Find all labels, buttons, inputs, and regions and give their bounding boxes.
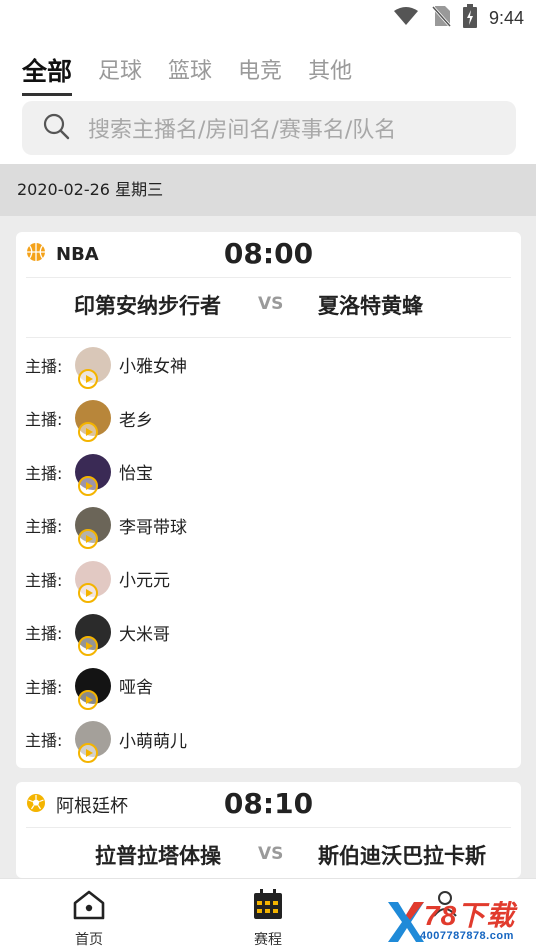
anchor-prefix: 主播: xyxy=(25,463,63,483)
play-icon xyxy=(78,475,98,496)
anchor-name: 小雅女神 xyxy=(119,357,187,378)
match-time: 08:00 xyxy=(223,237,314,270)
search-placeholder: 搜索主播名/房间名/赛事名/队名 xyxy=(88,118,397,143)
nav-schedule-label: 赛程 xyxy=(254,932,282,948)
away-team: 斯伯迪沃巴拉卡斯 xyxy=(318,844,486,868)
anchor-prefix: 主播: xyxy=(25,410,63,430)
play-icon xyxy=(78,422,98,443)
anchor-prefix: 主播: xyxy=(25,356,63,376)
search-input[interactable]: 搜索主播名/房间名/赛事名/队名 xyxy=(22,101,516,155)
nav-home[interactable]: 首页 xyxy=(49,889,129,949)
match-time: 08:10 xyxy=(223,787,314,820)
search-section: 搜索主播名/房间名/赛事名/队名 xyxy=(0,96,536,164)
anchor-list: 主播: 小雅女神 主播: 老乡 主播: 怡宝 主播: 李哥带球 主播: 小元元 … xyxy=(16,338,521,766)
battery-charging-icon xyxy=(462,4,477,32)
anchor-name: 大米哥 xyxy=(119,624,170,645)
anchor-row[interactable]: 主播: 李哥带球 xyxy=(16,499,521,553)
avatar xyxy=(75,400,111,443)
anchor-name: 小元元 xyxy=(119,571,170,592)
watermark-text: 78下载 xyxy=(424,900,516,931)
avatar xyxy=(75,667,111,710)
play-icon xyxy=(78,689,98,710)
wifi-icon xyxy=(393,6,419,30)
home-team: 印第安纳步行者 xyxy=(74,294,221,318)
divider xyxy=(26,277,511,278)
play-icon xyxy=(78,368,98,389)
status-bar: 9:44 xyxy=(0,0,536,48)
tab-football[interactable]: 足球 xyxy=(98,52,142,92)
nav-home-label: 首页 xyxy=(75,932,103,948)
anchor-prefix: 主播: xyxy=(25,624,63,644)
watermark-sub: 4007787878.com xyxy=(420,930,514,942)
anchor-name: 小萌萌儿 xyxy=(119,731,187,752)
play-icon xyxy=(78,636,98,657)
avatar xyxy=(75,507,111,550)
search-icon xyxy=(42,112,70,144)
anchor-name: 哑舍 xyxy=(119,678,153,699)
anchor-row[interactable]: 主播: 小萌萌儿 xyxy=(16,713,521,767)
anchor-row[interactable]: 主播: 小雅女神 xyxy=(16,338,521,392)
anchor-prefix: 主播: xyxy=(25,731,63,751)
away-team: 夏洛特黄蜂 xyxy=(318,294,423,318)
anchor-name: 老乡 xyxy=(119,410,153,431)
anchor-prefix: 主播: xyxy=(25,517,63,537)
match-card[interactable]: NBA 08:00 印第安纳步行者 VS 夏洛特黄蜂 主播: 小雅女神 主播: … xyxy=(16,232,521,768)
home-icon xyxy=(72,889,106,925)
vs-label: VS xyxy=(258,294,284,314)
tab-other[interactable]: 其他 xyxy=(308,52,352,92)
status-time: 9:44 xyxy=(488,7,524,28)
tab-all[interactable]: 全部 xyxy=(22,52,73,96)
anchor-row[interactable]: 主播: 老乡 xyxy=(16,392,521,446)
anchor-prefix: 主播: xyxy=(25,570,63,590)
anchor-row[interactable]: 主播: 小元元 xyxy=(16,552,521,606)
anchor-name: 怡宝 xyxy=(119,464,153,485)
avatar xyxy=(75,721,111,764)
nav-schedule[interactable]: 赛程 xyxy=(228,889,308,949)
watermark-logo: 78下载 4007787878.com xyxy=(384,892,536,952)
match-teams: 拉普拉塔体操 VS 斯伯迪沃巴拉卡斯 xyxy=(16,840,521,880)
divider xyxy=(26,827,511,828)
anchor-row[interactable]: 主播: 哑舍 xyxy=(16,659,521,713)
anchor-row[interactable]: 主播: 大米哥 xyxy=(16,606,521,660)
tab-basketball[interactable]: 篮球 xyxy=(168,52,212,92)
avatar xyxy=(75,560,111,603)
anchor-row[interactable]: 主播: 怡宝 xyxy=(16,445,521,499)
match-card[interactable]: 阿根廷杯 08:10 拉普拉塔体操 VS 斯伯迪沃巴拉卡斯 xyxy=(16,782,521,878)
home-team: 拉普拉塔体操 xyxy=(95,844,221,868)
date-header: 2020-02-26 星期三 xyxy=(0,164,536,216)
watermark-x-icon xyxy=(388,902,424,942)
anchor-name: 李哥带球 xyxy=(119,517,187,538)
match-teams: 印第安纳步行者 VS 夏洛特黄蜂 xyxy=(16,290,521,330)
play-icon xyxy=(78,582,98,603)
calendar-icon xyxy=(253,889,283,925)
avatar xyxy=(75,614,111,657)
avatar xyxy=(75,346,111,389)
play-icon xyxy=(78,529,98,550)
category-tabs: 全部 足球 篮球 电竞 其他 xyxy=(0,48,536,96)
anchor-prefix: 主播: xyxy=(25,677,63,697)
no-sim-icon xyxy=(431,5,452,31)
tab-esports[interactable]: 电竞 xyxy=(238,52,282,92)
vs-label: VS xyxy=(258,844,284,864)
play-icon xyxy=(78,743,98,764)
avatar xyxy=(75,453,111,496)
